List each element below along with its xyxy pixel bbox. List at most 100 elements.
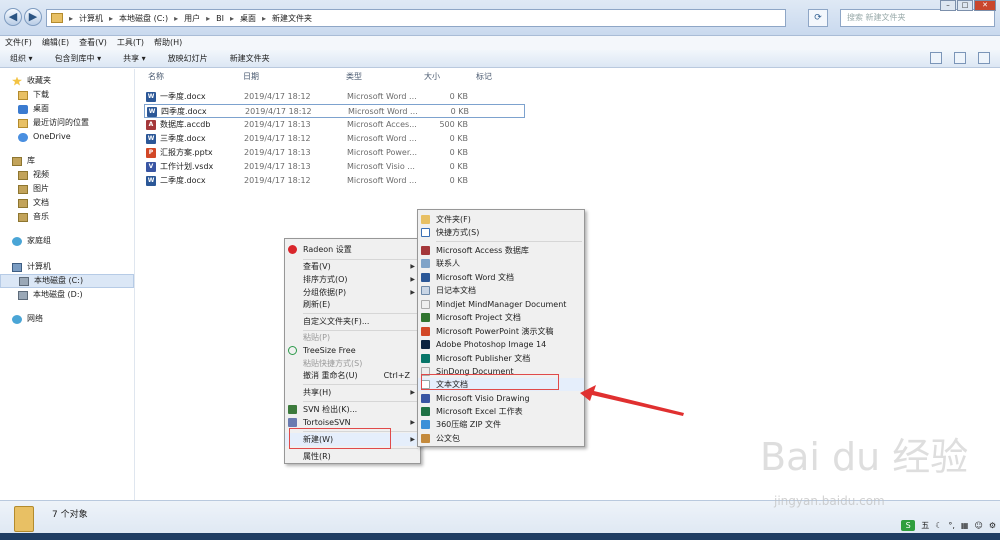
file-row[interactable]: P 汇报方案.pptx 2019/4/17 18:13 Microsoft Po… xyxy=(146,146,536,160)
file-row[interactable]: V 工作计划.vsdx 2019/4/17 18:13 Microsoft Vi… xyxy=(146,160,536,174)
sidebar-homegroup[interactable]: 家庭组 xyxy=(0,234,134,248)
menu-item-new-briefcase[interactable]: 公文包 xyxy=(418,432,584,445)
sidebar-item-downloads[interactable]: 下载 xyxy=(0,88,134,102)
keyboard-icon[interactable]: ▦ xyxy=(961,521,969,530)
radeon-icon xyxy=(288,245,297,254)
menu-item-label: Microsoft Excel 工作表 xyxy=(436,407,523,416)
menu-item-share[interactable]: 共享(H) ▶ xyxy=(285,386,420,399)
sidebar-item-music[interactable]: 音乐 xyxy=(0,210,134,224)
menu-item-radeon[interactable]: Radeon 设置 xyxy=(285,243,420,256)
sidebar-libraries[interactable]: 库 xyxy=(0,154,134,168)
menu-item-label: 公文包 xyxy=(436,434,460,443)
menu-item-new-photoshop[interactable]: Adobe Photoshop Image 14 xyxy=(418,338,584,351)
menu-item-new-powerpoint[interactable]: Microsoft PowerPoint 演示文稿 xyxy=(418,325,584,338)
menu-item-new-mindjet[interactable]: Mindjet MindManager Document xyxy=(418,298,584,311)
menu-item-refresh[interactable]: 刷新(E) xyxy=(285,298,420,311)
view-options-icon[interactable] xyxy=(930,52,942,64)
file-row[interactable]: W 三季度.docx 2019/4/17 18:12 Microsoft Wor… xyxy=(146,132,536,146)
sidebar-item-drive-d[interactable]: 本地磁盘 (D:) xyxy=(0,288,134,302)
sidebar-item-videos[interactable]: 视频 xyxy=(0,168,134,182)
menu-item-properties[interactable]: 属性(R) xyxy=(285,450,420,463)
organize-button[interactable]: 组织 ▾ xyxy=(10,50,33,67)
network-icon xyxy=(12,314,22,324)
menu-item-label: Radeon 设置 xyxy=(303,245,352,254)
breadcrumb-users[interactable]: 用户 xyxy=(184,13,200,24)
menu-item-treesize[interactable]: TreeSize Free xyxy=(285,344,420,357)
search-input[interactable]: 搜索 新建文件夹 xyxy=(840,9,995,27)
menu-item-new-excel[interactable]: Microsoft Excel 工作表 xyxy=(418,405,584,418)
sidebar-network[interactable]: 网络 xyxy=(0,312,134,326)
column-tag[interactable]: 标记 xyxy=(476,70,492,84)
minimize-button[interactable]: – xyxy=(940,0,956,11)
breadcrumb-computer[interactable]: 计算机 xyxy=(79,13,103,24)
menu-file[interactable]: 文件(F) xyxy=(5,36,32,50)
menu-item-new-word[interactable]: Microsoft Word 文档 xyxy=(418,271,584,284)
sidebar-item-pictures[interactable]: 图片 xyxy=(0,182,134,196)
file-row[interactable]: W 四季度.docx 2019/4/17 18:12 Microsoft Wor… xyxy=(144,104,525,118)
menu-separator xyxy=(303,384,418,385)
menu-item-sort[interactable]: 排序方式(O) ▶ xyxy=(285,273,420,286)
sidebar-item-documents[interactable]: 文档 xyxy=(0,196,134,210)
sidebar-item-desktop[interactable]: 桌面 xyxy=(0,102,134,116)
breadcrumb-bi[interactable]: BI xyxy=(216,14,224,23)
include-in-library-button[interactable]: 包含到库中 ▾ xyxy=(55,50,102,67)
computer-icon xyxy=(12,262,22,272)
breadcrumb-drive-c[interactable]: 本地磁盘 (C:) xyxy=(119,13,168,24)
menu-help[interactable]: 帮助(H) xyxy=(154,36,182,50)
new-folder-button[interactable]: 新建文件夹 xyxy=(230,50,270,67)
file-row[interactable]: W 一季度.docx 2019/4/17 18:12 Microsoft Wor… xyxy=(146,90,536,104)
menu-item-label: Microsoft Visio Drawing xyxy=(436,394,530,403)
menu-item-svn-checkout[interactable]: SVN 检出(K)... xyxy=(285,403,420,416)
menu-item-paste[interactable]: 粘贴(P) xyxy=(285,331,420,344)
menu-item-view[interactable]: 查看(V) ▶ xyxy=(285,260,420,273)
file-row[interactable]: W 二季度.docx 2019/4/17 18:12 Microsoft Wor… xyxy=(146,174,536,188)
menu-item-new-shortcut[interactable]: 快捷方式(S) xyxy=(418,226,584,239)
menu-separator xyxy=(303,401,418,402)
column-size[interactable]: 大小 xyxy=(424,70,440,84)
submenu-arrow-icon: ▶ xyxy=(410,276,415,283)
sidebar-favorites[interactable]: 收藏夹 xyxy=(0,74,134,88)
settings-icon[interactable]: ⚙ xyxy=(989,521,996,530)
back-button[interactable]: ◀ xyxy=(4,8,22,26)
sidebar-item-label: 图片 xyxy=(33,184,49,193)
menu-item-new-project[interactable]: Microsoft Project 文档 xyxy=(418,311,584,324)
menu-item-new-contact[interactable]: 联系人 xyxy=(418,257,584,270)
menu-item-new-visio[interactable]: Microsoft Visio Drawing xyxy=(418,392,584,405)
menu-item-new-folder[interactable]: 文件夹(F) xyxy=(418,213,584,226)
visio-icon: V xyxy=(146,162,156,172)
menu-item-new-publisher[interactable]: Microsoft Publisher 文档 xyxy=(418,352,584,365)
share-button[interactable]: 共享 ▾ xyxy=(123,50,146,67)
breadcrumb-desktop[interactable]: 桌面 xyxy=(240,13,256,24)
menu-item-new-access[interactable]: Microsoft Access 数据库 xyxy=(418,244,584,257)
menu-view[interactable]: 查看(V) xyxy=(79,36,107,50)
moon-icon[interactable]: ☾ xyxy=(935,521,942,530)
refresh-button[interactable]: ⟳ xyxy=(808,9,828,27)
close-button[interactable]: ✕ xyxy=(974,0,996,11)
menu-tools[interactable]: 工具(T) xyxy=(117,36,144,50)
ime-mode[interactable]: 五 xyxy=(921,520,929,531)
menu-edit[interactable]: 编辑(E) xyxy=(42,36,69,50)
sidebar-item-recent[interactable]: 最近访问的位置 xyxy=(0,116,134,130)
menu-item-new-journal[interactable]: 日记本文档 xyxy=(418,284,584,297)
ime-icon[interactable]: S xyxy=(901,520,916,531)
pictures-icon xyxy=(18,184,28,194)
menu-item-undo[interactable]: 撤消 重命名(U) Ctrl+Z xyxy=(285,369,420,382)
forward-button[interactable]: ▶ xyxy=(24,8,42,26)
menu-item-customize[interactable]: 自定义文件夹(F)... xyxy=(285,315,420,328)
column-date[interactable]: 日期 xyxy=(243,70,259,84)
menu-item-new-zip[interactable]: 360压缩 ZIP 文件 xyxy=(418,418,584,431)
address-bar[interactable]: ▸ 计算机 ▸ 本地磁盘 (C:) ▸ 用户 ▸ BI ▸ 桌面 ▸ 新建文件夹 xyxy=(46,9,786,27)
sidebar-item-drive-c[interactable]: 本地磁盘 (C:) xyxy=(0,274,134,288)
preview-pane-icon[interactable] xyxy=(954,52,966,64)
column-name[interactable]: 名称 xyxy=(148,70,164,84)
file-row[interactable]: A 数据库.accdb 2019/4/17 18:13 Microsoft Ac… xyxy=(146,118,536,132)
sidebar-item-onedrive[interactable]: OneDrive xyxy=(0,130,134,144)
sidebar-computer[interactable]: 计算机 xyxy=(0,260,134,274)
column-type[interactable]: 类型 xyxy=(346,70,362,84)
slideshow-button[interactable]: 放映幻灯片 xyxy=(168,50,208,67)
breadcrumb-new-folder[interactable]: 新建文件夹 xyxy=(272,13,312,24)
help-icon[interactable] xyxy=(978,52,990,64)
maximize-button[interactable]: □ xyxy=(957,0,973,11)
punctuation-icon[interactable]: °, xyxy=(948,521,955,530)
user-icon[interactable]: ☺ xyxy=(974,521,982,530)
